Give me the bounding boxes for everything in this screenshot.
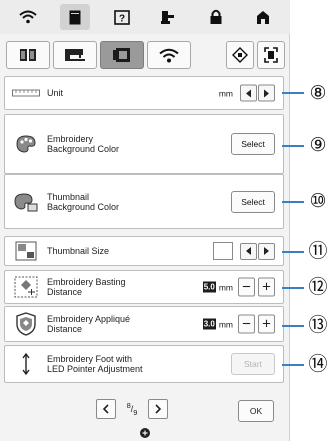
embroidery-bg-select-button[interactable]: Select <box>231 133 275 155</box>
callout-line-13 <box>282 325 304 327</box>
callout-11: ⑪ <box>308 240 328 262</box>
callout-13: ⑬ <box>308 314 328 336</box>
settings-screen: ? Unit mm Embroidery Background Color Se… <box>0 0 290 441</box>
tab-embroidery[interactable] <box>100 41 144 69</box>
help-icon[interactable]: ? <box>107 4 137 30</box>
thumbnail-size-label: Thumbnail Size <box>47 246 110 256</box>
callout-line-8 <box>282 92 304 94</box>
thumbnail-bg-label: Thumbnail Background Color <box>47 192 175 212</box>
arrow-right-icon <box>264 247 269 255</box>
settings-diamond-icon <box>232 47 248 63</box>
led-pointer-label: Embroidery Foot with LED Pointer Adjustm… <box>47 354 175 374</box>
callout-10: ⑩ <box>309 190 327 212</box>
setting-row-thumbnail-bg: Thumbnail Background Color Select <box>4 174 284 229</box>
svg-text:?: ? <box>118 13 124 24</box>
applique-distance-value: 3.0 <box>202 318 216 330</box>
thumbnail-size-prev-button[interactable] <box>240 242 257 260</box>
basting-label-line2: Distance <box>47 287 83 297</box>
thumbnail-bg-select-button[interactable]: Select <box>231 190 275 213</box>
ok-button[interactable]: OK <box>238 400 274 422</box>
arrow-left-icon <box>246 247 251 255</box>
applique-distance-unit: mm <box>218 319 233 329</box>
setting-row-led-pointer: Embroidery Foot with LED Pointer Adjustm… <box>4 345 284 383</box>
setting-row-embroidery-bg: Embroidery Background Color Select <box>4 114 284 174</box>
book-icon <box>20 49 36 61</box>
embroidery-frame-icon <box>113 48 130 62</box>
thumbnail-size-preview <box>213 242 233 260</box>
embroidery-bg-label: Embroidery Background Color <box>47 134 175 154</box>
frame-bracket-icon <box>264 47 278 63</box>
basting-minus-button[interactable]: − <box>238 277 255 297</box>
basting-distance-icon <box>11 272 41 302</box>
tab-sewing[interactable] <box>53 41 97 69</box>
tab-wireless[interactable] <box>147 41 191 69</box>
arrow-right-icon <box>264 89 269 97</box>
page-total: 9 <box>133 407 138 417</box>
thumbnail-size-next-button[interactable] <box>258 242 275 260</box>
presser-foot-icon[interactable] <box>154 4 184 30</box>
unit-next-button[interactable] <box>258 84 275 102</box>
callout-12: ⑫ <box>308 276 328 298</box>
category-tabs <box>6 40 288 70</box>
embroidery-bg-label-line2: Background Color <box>47 144 120 154</box>
wifi-status-icon[interactable] <box>13 4 43 30</box>
applique-label-line1: Embroidery Appliqué <box>47 314 131 324</box>
vertical-adjust-icon <box>11 349 41 379</box>
setting-row-basting-distance: Embroidery Basting Distance 5.0 mm − + <box>4 270 284 304</box>
led-pointer-label-line2: LED Pointer Adjustment <box>47 364 143 374</box>
led-pointer-start-button[interactable]: Start <box>231 353 275 375</box>
sewing-machine-icon <box>65 49 85 61</box>
lock-icon[interactable] <box>201 4 231 30</box>
thumbnail-bg-label-line2: Background Color <box>47 201 120 212</box>
unit-value: mm <box>218 88 233 98</box>
page-icon[interactable] <box>59 4 90 30</box>
ruler-icon <box>11 78 41 108</box>
basting-distance-label: Embroidery Basting Distance <box>47 277 175 297</box>
basting-plus-button[interactable]: + <box>258 277 275 297</box>
top-toolbar: ? <box>0 0 290 34</box>
chevron-right-icon <box>155 404 162 414</box>
applique-distance-icon <box>11 309 41 339</box>
thumbnail-bg-label-line1: Thumbnail <box>47 191 90 202</box>
thumbnail-size-icon <box>11 236 41 266</box>
previous-page-button[interactable] <box>96 399 116 419</box>
home-icon[interactable] <box>248 4 278 30</box>
embroidery-bg-label-line1: Embroidery <box>47 134 94 144</box>
tab-general[interactable] <box>6 41 50 69</box>
setting-row-applique-distance: Embroidery Appliqué Distance 3.0 mm − + <box>4 306 284 342</box>
basting-label-line1: Embroidery Basting <box>47 277 126 287</box>
page-indicator: 8/9 <box>126 401 138 417</box>
applique-minus-button[interactable]: − <box>238 314 255 334</box>
tab-frame[interactable] <box>257 41 285 69</box>
page-navigation: 8/9 <box>96 399 168 419</box>
setting-row-unit: Unit mm <box>4 76 284 110</box>
applique-plus-button[interactable]: + <box>258 314 275 334</box>
callout-line-12 <box>282 287 304 289</box>
led-pointer-label-line1: Embroidery Foot with <box>47 354 133 364</box>
arrow-left-icon <box>246 89 251 97</box>
setting-row-thumbnail-size: Thumbnail Size <box>4 236 284 266</box>
callout-line-11 <box>282 251 304 253</box>
bottom-status-icon <box>140 428 150 438</box>
callout-line-9 <box>282 145 304 147</box>
callout-line-10 <box>282 201 304 203</box>
basting-distance-value: 5.0 <box>202 281 216 293</box>
next-page-button[interactable] <box>148 399 168 419</box>
thumbnail-palette-icon <box>11 187 41 217</box>
palette-icon <box>11 129 41 159</box>
chevron-left-icon <box>102 404 109 414</box>
tab-machine-settings[interactable] <box>226 41 254 69</box>
callout-9: ⑨ <box>309 134 327 156</box>
callout-8: ⑧ <box>309 82 327 104</box>
callout-line-14 <box>282 364 304 366</box>
callout-14: ⑭ <box>308 353 328 375</box>
applique-distance-label: Embroidery Appliqué Distance <box>47 314 175 334</box>
page-current: 8 <box>126 401 131 411</box>
basting-distance-unit: mm <box>218 282 233 292</box>
unit-label: Unit <box>47 88 64 98</box>
unit-prev-button[interactable] <box>240 84 257 102</box>
wifi-icon <box>159 48 179 62</box>
applique-label-line2: Distance <box>47 324 83 334</box>
